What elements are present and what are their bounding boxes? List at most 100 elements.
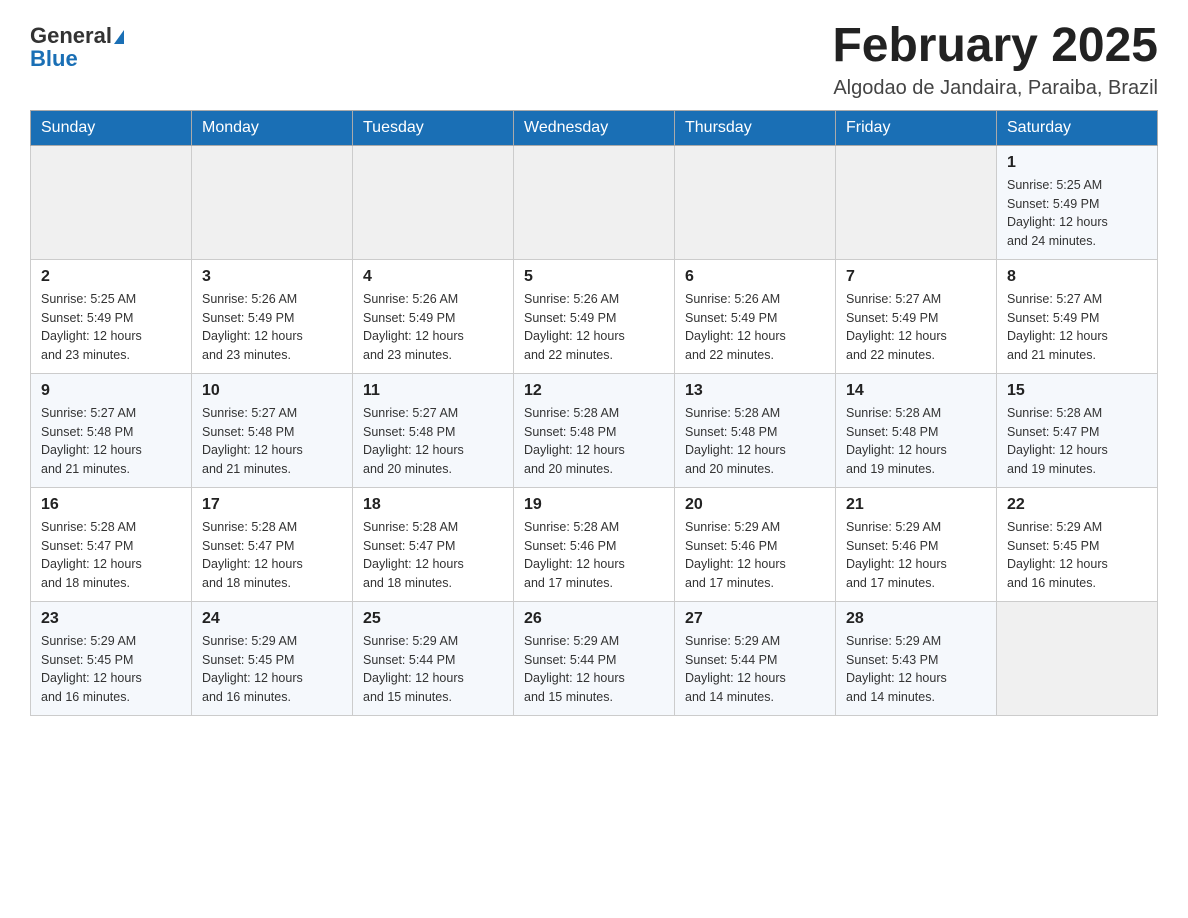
day-info: Sunrise: 5:28 AMSunset: 5:48 PMDaylight:… <box>685 404 825 479</box>
day-info: Sunrise: 5:27 AMSunset: 5:49 PMDaylight:… <box>846 290 986 365</box>
day-info: Sunrise: 5:29 AMSunset: 5:45 PMDaylight:… <box>202 632 342 707</box>
day-info: Sunrise: 5:28 AMSunset: 5:47 PMDaylight:… <box>363 518 503 593</box>
weekday-header-friday: Friday <box>836 110 997 145</box>
calendar-cell: 22 Sunrise: 5:29 AMSunset: 5:45 PMDayligh… <box>997 487 1158 601</box>
logo: General Blue <box>30 20 124 71</box>
weekday-header-sunday: Sunday <box>31 110 192 145</box>
location-title: Algodao de Jandaira, Paraiba, Brazil <box>832 77 1158 100</box>
weekday-header-thursday: Thursday <box>675 110 836 145</box>
calendar-week-row: 1 Sunrise: 5:25 AMSunset: 5:49 PMDaylight… <box>31 145 1158 259</box>
day-info: Sunrise: 5:29 AMSunset: 5:44 PMDaylight:… <box>524 632 664 707</box>
day-info: Sunrise: 5:29 AMSunset: 5:44 PMDaylight:… <box>363 632 503 707</box>
calendar-cell <box>192 145 353 259</box>
calendar-cell: 27 Sunrise: 5:29 AMSunset: 5:44 PMDayligh… <box>675 601 836 715</box>
calendar-cell: 28 Sunrise: 5:29 AMSunset: 5:43 PMDayligh… <box>836 601 997 715</box>
weekday-header-tuesday: Tuesday <box>353 110 514 145</box>
page-header: General Blue February 2025 Algodao de Ja… <box>30 20 1158 100</box>
day-number: 27 <box>685 610 825 628</box>
calendar-cell: 6 Sunrise: 5:26 AMSunset: 5:49 PMDaylight… <box>675 259 836 373</box>
logo-blue-text: Blue <box>30 46 78 71</box>
calendar-cell: 7 Sunrise: 5:27 AMSunset: 5:49 PMDaylight… <box>836 259 997 373</box>
day-info: Sunrise: 5:25 AMSunset: 5:49 PMDaylight:… <box>41 290 181 365</box>
day-number: 20 <box>685 496 825 514</box>
day-info: Sunrise: 5:28 AMSunset: 5:48 PMDaylight:… <box>846 404 986 479</box>
day-number: 4 <box>363 268 503 286</box>
day-info: Sunrise: 5:28 AMSunset: 5:48 PMDaylight:… <box>524 404 664 479</box>
calendar-cell <box>836 145 997 259</box>
calendar-cell: 12 Sunrise: 5:28 AMSunset: 5:48 PMDayligh… <box>514 373 675 487</box>
day-number: 22 <box>1007 496 1147 514</box>
day-number: 10 <box>202 382 342 400</box>
day-number: 14 <box>846 382 986 400</box>
calendar-cell: 15Sunrise: 5:28 AMSunset: 5:47 PMDayligh… <box>997 373 1158 487</box>
calendar-week-row: 9 Sunrise: 5:27 AMSunset: 5:48 PMDaylight… <box>31 373 1158 487</box>
calendar-week-row: 16 Sunrise: 5:28 AMSunset: 5:47 PMDayligh… <box>31 487 1158 601</box>
day-number: 1 <box>1007 154 1147 172</box>
day-info: Sunrise: 5:28 AMSunset: 5:46 PMDaylight:… <box>524 518 664 593</box>
calendar-cell: 18 Sunrise: 5:28 AMSunset: 5:47 PMDayligh… <box>353 487 514 601</box>
calendar-cell <box>675 145 836 259</box>
weekday-header-monday: Monday <box>192 110 353 145</box>
calendar-header-row: SundayMondayTuesdayWednesdayThursdayFrid… <box>31 110 1158 145</box>
logo-triangle-icon <box>114 30 124 44</box>
calendar-cell: 13 Sunrise: 5:28 AMSunset: 5:48 PMDayligh… <box>675 373 836 487</box>
day-number: 9 <box>41 382 181 400</box>
day-number: 17 <box>202 496 342 514</box>
day-number: 25 <box>363 610 503 628</box>
calendar-cell: 17 Sunrise: 5:28 AMSunset: 5:47 PMDayligh… <box>192 487 353 601</box>
day-info: Sunrise: 5:25 AMSunset: 5:49 PMDaylight:… <box>1007 176 1147 251</box>
day-number: 28 <box>846 610 986 628</box>
day-info: Sunrise: 5:27 AMSunset: 5:48 PMDaylight:… <box>41 404 181 479</box>
calendar-cell: 25 Sunrise: 5:29 AMSunset: 5:44 PMDayligh… <box>353 601 514 715</box>
calendar-week-row: 2 Sunrise: 5:25 AMSunset: 5:49 PMDaylight… <box>31 259 1158 373</box>
calendar-cell: 3Sunrise: 5:26 AMSunset: 5:49 PMDaylight… <box>192 259 353 373</box>
day-info: Sunrise: 5:26 AMSunset: 5:49 PMDaylight:… <box>685 290 825 365</box>
calendar-cell: 16 Sunrise: 5:28 AMSunset: 5:47 PMDayligh… <box>31 487 192 601</box>
calendar-cell: 9 Sunrise: 5:27 AMSunset: 5:48 PMDaylight… <box>31 373 192 487</box>
calendar-cell <box>997 601 1158 715</box>
day-info: Sunrise: 5:28 AMSunset: 5:47 PMDaylight:… <box>202 518 342 593</box>
calendar-cell: 26 Sunrise: 5:29 AMSunset: 5:44 PMDayligh… <box>514 601 675 715</box>
calendar-cell <box>31 145 192 259</box>
calendar-cell <box>514 145 675 259</box>
day-info: Sunrise: 5:27 AMSunset: 5:48 PMDaylight:… <box>363 404 503 479</box>
day-info: Sunrise: 5:27 AMSunset: 5:48 PMDaylight:… <box>202 404 342 479</box>
day-info: Sunrise: 5:29 AMSunset: 5:45 PMDaylight:… <box>1007 518 1147 593</box>
day-number: 13 <box>685 382 825 400</box>
calendar-cell: 20 Sunrise: 5:29 AMSunset: 5:46 PMDayligh… <box>675 487 836 601</box>
logo-general-text: General <box>30 23 112 48</box>
month-title: February 2025 <box>832 20 1158 73</box>
day-number: 6 <box>685 268 825 286</box>
day-info: Sunrise: 5:27 AMSunset: 5:49 PMDaylight:… <box>1007 290 1147 365</box>
calendar-cell <box>353 145 514 259</box>
weekday-header-saturday: Saturday <box>997 110 1158 145</box>
day-info: Sunrise: 5:28 AMSunset: 5:47 PMDaylight:… <box>41 518 181 593</box>
day-number: 12 <box>524 382 664 400</box>
day-info: Sunrise: 5:29 AMSunset: 5:46 PMDaylight:… <box>846 518 986 593</box>
calendar-cell: 4 Sunrise: 5:26 AMSunset: 5:49 PMDaylight… <box>353 259 514 373</box>
day-number: 5 <box>524 268 664 286</box>
day-number: 18 <box>363 496 503 514</box>
day-info: Sunrise: 5:29 AMSunset: 5:46 PMDaylight:… <box>685 518 825 593</box>
calendar-cell: 21Sunrise: 5:29 AMSunset: 5:46 PMDayligh… <box>836 487 997 601</box>
day-info: Sunrise: 5:29 AMSunset: 5:44 PMDaylight:… <box>685 632 825 707</box>
day-number: 8 <box>1007 268 1147 286</box>
calendar-week-row: 23Sunrise: 5:29 AMSunset: 5:45 PMDayligh… <box>31 601 1158 715</box>
calendar-cell: 19Sunrise: 5:28 AMSunset: 5:46 PMDayligh… <box>514 487 675 601</box>
day-number: 11 <box>363 382 503 400</box>
day-number: 16 <box>41 496 181 514</box>
day-number: 15 <box>1007 382 1147 400</box>
day-info: Sunrise: 5:26 AMSunset: 5:49 PMDaylight:… <box>363 290 503 365</box>
calendar-cell: 11 Sunrise: 5:27 AMSunset: 5:48 PMDayligh… <box>353 373 514 487</box>
day-info: Sunrise: 5:29 AMSunset: 5:45 PMDaylight:… <box>41 632 181 707</box>
day-number: 7 <box>846 268 986 286</box>
calendar-cell: 2 Sunrise: 5:25 AMSunset: 5:49 PMDaylight… <box>31 259 192 373</box>
day-info: Sunrise: 5:29 AMSunset: 5:43 PMDaylight:… <box>846 632 986 707</box>
calendar-cell: 14 Sunrise: 5:28 AMSunset: 5:48 PMDayligh… <box>836 373 997 487</box>
calendar-cell: 1 Sunrise: 5:25 AMSunset: 5:49 PMDaylight… <box>997 145 1158 259</box>
day-number: 26 <box>524 610 664 628</box>
day-number: 2 <box>41 268 181 286</box>
calendar-cell: 10 Sunrise: 5:27 AMSunset: 5:48 PMDayligh… <box>192 373 353 487</box>
day-info: Sunrise: 5:26 AMSunset: 5:49 PMDaylight:… <box>202 290 342 365</box>
day-number: 24 <box>202 610 342 628</box>
